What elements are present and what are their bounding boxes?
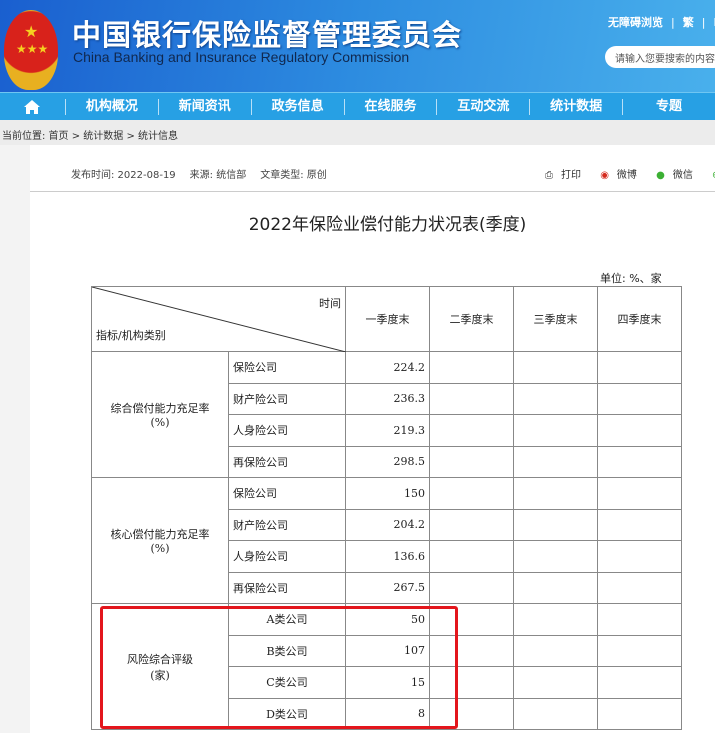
page-title: 2022年保险业偿付能力状况表(季度) bbox=[248, 215, 527, 235]
empty-cell bbox=[429, 382, 514, 415]
empty-cell bbox=[429, 571, 514, 604]
q1-value: 224.2 bbox=[345, 351, 430, 384]
q1-value: 150 bbox=[345, 477, 430, 510]
publish-date: 发布时间: 2022-08-19 bbox=[71, 170, 176, 181]
site-title-cn: 中国银行保险监督管理委员会 bbox=[72, 18, 463, 52]
header-index: 指标/机构类别 bbox=[96, 329, 166, 342]
weibo-icon: ◉ bbox=[600, 170, 609, 181]
share-bar: ⎙打印 ◉微博 ●微信 ⊕更多 bbox=[545, 166, 715, 181]
group-unit: (%) bbox=[150, 416, 170, 429]
accessibility-link[interactable]: 无障碍浏览 bbox=[608, 16, 663, 29]
article-meta: 发布时间: 2022-08-19 来源: 统信部 文章类型: 原创 bbox=[71, 166, 341, 181]
nav-item[interactable]: 新闻资讯 bbox=[157, 98, 251, 115]
empty-cell bbox=[513, 351, 598, 384]
unit-label: 单位: %、家 bbox=[600, 272, 662, 285]
empty-cell bbox=[597, 477, 682, 510]
column-header: 一季度末 bbox=[345, 286, 430, 352]
empty-cell bbox=[513, 477, 598, 510]
empty-cell bbox=[513, 382, 598, 415]
row-label: 人身险公司 bbox=[228, 540, 346, 573]
site-header: ★ ★★★ 中国银行保险监督管理委员会 China Banking and Ins… bbox=[0, 0, 715, 92]
empty-cell bbox=[513, 540, 598, 573]
column-header: 三季度末 bbox=[513, 286, 598, 352]
empty-cell bbox=[513, 603, 598, 636]
nav-item[interactable]: 政务信息 bbox=[250, 98, 344, 115]
nav-item[interactable]: 统计数据 bbox=[529, 98, 622, 115]
main-nav: 机构概况 新闻资讯 政务信息 在线服务 互动交流 统计数据 专题 bbox=[0, 92, 715, 120]
empty-cell bbox=[597, 445, 682, 478]
nav-item[interactable]: 机构概况 bbox=[64, 98, 158, 115]
empty-cell bbox=[597, 540, 682, 573]
empty-cell bbox=[513, 666, 598, 699]
empty-cell bbox=[513, 414, 598, 447]
home-icon[interactable] bbox=[0, 99, 65, 115]
empty-cell bbox=[597, 351, 682, 384]
empty-cell bbox=[597, 634, 682, 667]
group-name: 核心偿付能力充足率 bbox=[110, 528, 210, 541]
q1-value: 204.2 bbox=[345, 508, 430, 541]
traditional-link[interactable]: 繁 bbox=[683, 16, 694, 29]
empty-cell bbox=[513, 571, 598, 604]
empty-cell bbox=[597, 508, 682, 541]
empty-cell bbox=[597, 666, 682, 699]
q1-value: 298.5 bbox=[345, 445, 430, 478]
nav-item[interactable]: 互动交流 bbox=[436, 98, 529, 115]
row-label: 再保险公司 bbox=[228, 571, 346, 604]
column-header: 四季度末 bbox=[597, 286, 682, 352]
empty-cell bbox=[429, 445, 514, 478]
printer-icon: ⎙ bbox=[545, 170, 553, 181]
row-label: 再保险公司 bbox=[228, 445, 346, 478]
weibo-button[interactable]: ◉ 微博 bbox=[600, 170, 645, 181]
empty-cell bbox=[597, 382, 682, 415]
search-input[interactable]: 请输入您要搜索的内容... bbox=[605, 46, 715, 68]
group-label-cell: 综合偿付能力充足率 (%) bbox=[91, 351, 229, 478]
column-header: 二季度末 bbox=[429, 286, 514, 352]
group-label-cell: 核心偿付能力充足率 (%) bbox=[91, 477, 229, 604]
article-type: 文章类型: 原创 bbox=[260, 170, 327, 181]
empty-cell bbox=[429, 540, 514, 573]
empty-cell bbox=[513, 445, 598, 478]
site-title-en: China Banking and Insurance Regulatory C… bbox=[73, 49, 410, 65]
empty-cell bbox=[429, 351, 514, 384]
q1-value: 136.6 bbox=[345, 540, 430, 573]
row-label: 保险公司 bbox=[228, 351, 346, 384]
empty-cell bbox=[429, 477, 514, 510]
row-label: 保险公司 bbox=[228, 477, 346, 510]
group-unit: (%) bbox=[150, 542, 170, 555]
nav-item[interactable]: 在线服务 bbox=[343, 98, 437, 115]
empty-cell bbox=[597, 571, 682, 604]
divider bbox=[30, 191, 715, 192]
wechat-button[interactable]: ● 微信 bbox=[656, 170, 701, 181]
empty-cell bbox=[429, 508, 514, 541]
national-emblem-logo: ★ ★★★ bbox=[4, 10, 58, 90]
table-row: 综合偿付能力充足率 (%) 保险公司 224.2 bbox=[91, 351, 682, 478]
row-label: 人身险公司 bbox=[228, 414, 346, 447]
q1-value: 219.3 bbox=[345, 414, 430, 447]
table-header-row: 时间 指标/机构类别 一季度末 二季度末 三季度末 四季度末 bbox=[91, 286, 682, 352]
breadcrumb: 当前位置: 首页 > 统计数据 > 统计信息 bbox=[0, 120, 715, 145]
empty-cell bbox=[513, 634, 598, 667]
print-button[interactable]: ⎙ 打印 bbox=[545, 170, 589, 181]
empty-cell bbox=[513, 697, 598, 730]
empty-cell bbox=[597, 603, 682, 636]
wechat-icon: ● bbox=[656, 170, 665, 181]
q1-value: 236.3 bbox=[345, 382, 430, 415]
q1-value: 267.5 bbox=[345, 571, 430, 604]
empty-cell bbox=[513, 508, 598, 541]
empty-cell bbox=[597, 697, 682, 730]
empty-cell bbox=[597, 414, 682, 447]
highlight-box bbox=[100, 606, 458, 729]
header-time: 时间 bbox=[319, 297, 341, 310]
table-row: 核心偿付能力充足率 (%) 保险公司 150 bbox=[91, 477, 682, 604]
diagonal-header-cell: 时间 指标/机构类别 bbox=[91, 286, 346, 352]
group-name: 综合偿付能力充足率 bbox=[110, 402, 210, 415]
empty-cell bbox=[429, 414, 514, 447]
source: 来源: 统信部 bbox=[189, 170, 247, 181]
nav-item[interactable]: 专题 bbox=[622, 98, 715, 115]
row-label: 财产险公司 bbox=[228, 508, 346, 541]
top-links: 无障碍浏览|繁|E bbox=[608, 14, 715, 30]
row-label: 财产险公司 bbox=[228, 382, 346, 415]
